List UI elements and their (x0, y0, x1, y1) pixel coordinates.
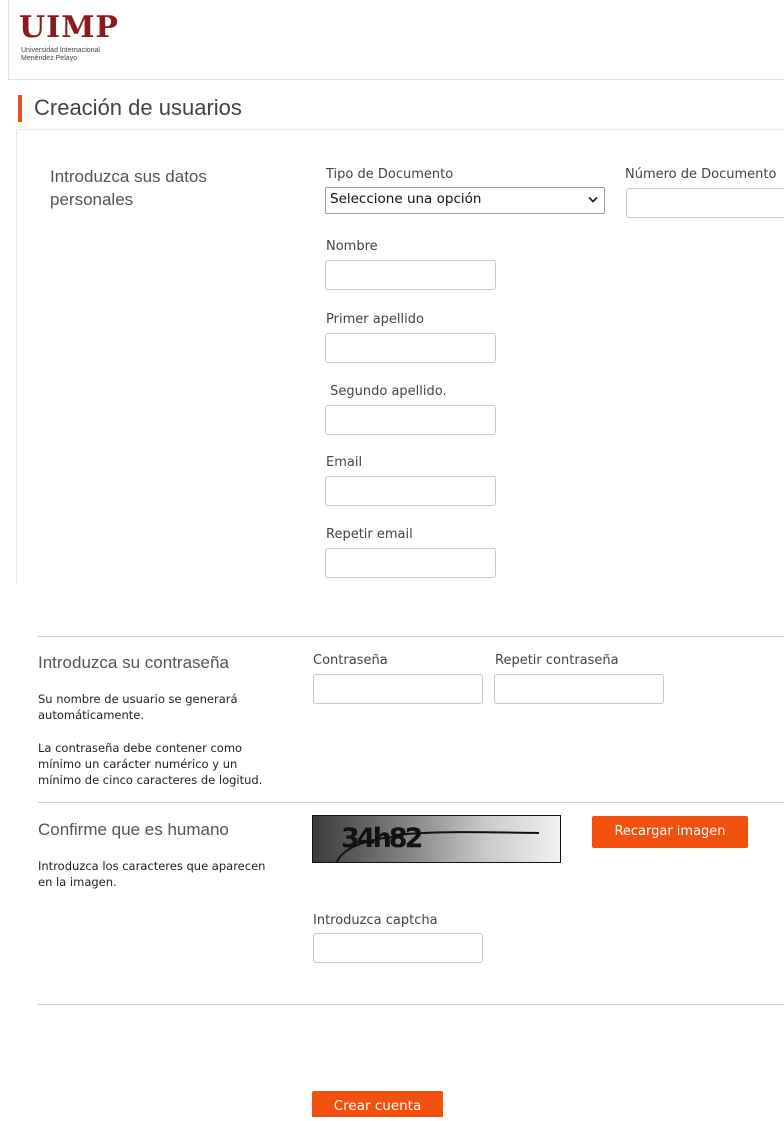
logo-subtitle-line1: Universidad Internacional (21, 47, 100, 54)
email-input[interactable] (325, 476, 496, 506)
first-surname-input[interactable] (325, 333, 496, 363)
captcha-help-text: Introduzca los caracteres que aparecen e… (38, 858, 265, 890)
create-account-button[interactable]: Crear cuenta (312, 1091, 443, 1117)
captcha-input-label: Introduzca captcha (313, 913, 438, 928)
uimp-logo[interactable]: UIMP (19, 13, 119, 43)
password-label: Contraseña (313, 653, 388, 668)
logo-subtitle-line2: Menéndez Pelayo (21, 55, 78, 62)
title-accent-bar (18, 95, 22, 122)
email-label: Email (326, 455, 363, 470)
doc-type-selected-value: Seleccione una opción (330, 191, 482, 207)
section-divider (38, 1004, 784, 1005)
second-surname-input[interactable] (325, 405, 496, 435)
name-input[interactable] (325, 260, 496, 290)
page-title: Creación de usuarios (34, 95, 242, 120)
password-rules-line2: mínimo un carácter numérico y un (38, 757, 238, 771)
captcha-help-line1: Introduzca los caracteres que aparecen (38, 859, 266, 873)
repeat-email-input[interactable] (325, 548, 496, 578)
chevron-down-icon (588, 196, 598, 203)
captcha-help-line2: en la imagen. (38, 875, 117, 889)
first-surname-label: Primer apellido (326, 312, 424, 327)
password-rules-line3: mínimo de cinco caracteres de logitud. (38, 773, 263, 787)
username-help-line2: automáticamente. (38, 708, 145, 722)
password-rules-line1: La contraseña debe contener como (38, 741, 243, 755)
username-help-line1: Su nombre de usuario se generará (38, 692, 238, 706)
header-divider (8, 79, 784, 80)
name-label: Nombre (326, 239, 378, 254)
doc-type-select[interactable]: Seleccione una opción (325, 187, 605, 214)
username-help-text: Su nombre de usuario se generará automát… (38, 691, 238, 723)
repeat-email-label: Repetir email (326, 527, 413, 542)
repeat-password-label: Repetir contraseña (495, 653, 619, 668)
doc-number-label: Número de Documento (625, 167, 777, 182)
section-frame-left (16, 130, 17, 584)
personal-data-heading: Introduzca sus datos personales (50, 165, 207, 211)
repeat-password-input[interactable] (494, 674, 664, 704)
captcha-graphic: 34h82 (335, 823, 540, 862)
reload-captcha-button[interactable]: Recargar imagen (592, 816, 748, 848)
password-rules-text: La contraseña debe contener como mínimo … (38, 740, 262, 788)
captcha-image: 34h82 (312, 815, 561, 863)
password-heading: Introduzca su contraseña (38, 653, 229, 672)
captcha-input[interactable] (313, 933, 483, 963)
personal-heading-line1: Introduzca sus datos (50, 167, 207, 186)
section-divider (38, 802, 784, 803)
doc-number-input[interactable] (626, 188, 784, 218)
header-left-border (8, 0, 9, 80)
section-frame-top (16, 129, 784, 130)
section-divider (38, 636, 784, 637)
password-input[interactable] (313, 674, 483, 704)
personal-heading-line2: personales (50, 190, 134, 209)
second-surname-label: Segundo apellido. (326, 384, 447, 399)
captcha-heading: Confirme que es humano (38, 820, 229, 839)
doc-type-label: Tipo de Documento (326, 167, 454, 182)
